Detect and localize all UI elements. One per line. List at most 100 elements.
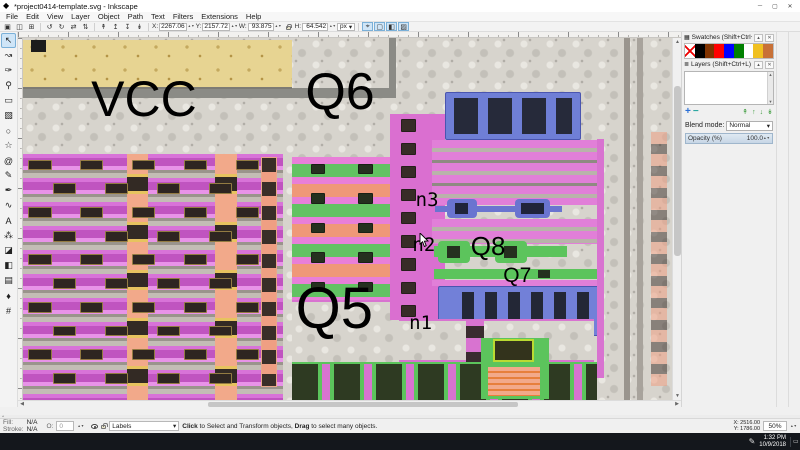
zoom-field[interactable]: 50%: [763, 421, 787, 431]
swatch-color[interactable]: [763, 44, 773, 58]
layer-raise-icon[interactable]: ↑: [752, 109, 756, 116]
menu-object[interactable]: Object: [94, 12, 124, 21]
swatch-color[interactable]: [753, 44, 763, 58]
units-dropdown[interactable]: px▾: [337, 23, 355, 31]
canvas[interactable]: VCCQ6n3n2Q8Q7Q5n1: [23, 38, 672, 400]
h-spinner[interactable]: ▲▼: [329, 25, 336, 28]
canvas-label-n3[interactable]: n3: [416, 192, 439, 209]
tweak-tool-icon[interactable]: ✑: [1, 63, 16, 78]
swatch-color[interactable]: [714, 44, 724, 58]
panel-collapse-icon[interactable]: ▴: [754, 34, 763, 42]
raise-icon[interactable]: ↥: [110, 22, 121, 31]
flip-vertical-icon[interactable]: ⇅: [80, 22, 91, 31]
box3d-tool-icon[interactable]: ▧: [1, 108, 16, 123]
menu-filters[interactable]: Filters: [169, 12, 197, 21]
canvas-label-vcc[interactable]: VCC: [91, 76, 197, 122]
opacity-field-spinner[interactable]: ▲▼: [77, 425, 84, 428]
menu-help[interactable]: Help: [242, 12, 265, 21]
maximize-button[interactable]: ▢: [768, 1, 782, 11]
x-field[interactable]: 2267.06: [159, 23, 187, 31]
layer-lower-bottom-icon[interactable]: ↡: [767, 108, 773, 116]
notification-center-icon[interactable]: ▭: [790, 437, 798, 447]
deselect-icon[interactable]: ⊞: [26, 22, 37, 31]
lower-to-bottom-icon[interactable]: ↡: [134, 22, 145, 31]
canvas-label-q8[interactable]: Q8: [471, 235, 506, 259]
minimize-button[interactable]: ─: [753, 1, 767, 11]
lock-ratio-icon[interactable]: [283, 22, 294, 31]
menu-file[interactable]: File: [2, 12, 22, 21]
swatch-none[interactable]: [685, 44, 695, 58]
pencil-tool-icon[interactable]: ✎: [1, 168, 16, 183]
horizontal-scrollbar[interactable]: ◀ ▶: [18, 400, 681, 407]
eraser-tool-icon[interactable]: ◪: [1, 243, 16, 258]
swatch-color[interactable]: [744, 44, 754, 58]
y-spinner[interactable]: ▲▼: [231, 25, 238, 28]
affect-move-toggle[interactable]: ⌖: [362, 22, 373, 31]
node-tool-icon[interactable]: ↝: [1, 48, 16, 63]
w-spinner[interactable]: ▲▼: [275, 25, 282, 28]
select-all-layers-icon[interactable]: ◫: [14, 22, 25, 31]
menu-layer[interactable]: Layer: [67, 12, 94, 21]
pen-icon[interactable]: ✎: [749, 437, 756, 446]
pen-tool-icon[interactable]: ✒: [1, 183, 16, 198]
canvas-label-q6[interactable]: Q6: [305, 69, 374, 117]
blend-mode-dropdown[interactable]: Normal▾: [726, 121, 773, 131]
swatch-color[interactable]: [724, 44, 734, 58]
zoom-spinner[interactable]: ▲▼: [790, 425, 797, 428]
layer-lock-icon[interactable]: [101, 425, 106, 429]
layer-list-scrollbar[interactable]: ▲▼: [767, 72, 773, 104]
layer-raise-top-icon[interactable]: ↟: [742, 108, 748, 116]
add-layer-button[interactable]: +: [685, 108, 691, 116]
panel-close-icon[interactable]: ✕: [765, 34, 774, 42]
panel-collapse-icon[interactable]: ▴: [754, 61, 763, 69]
close-button[interactable]: ✕: [783, 1, 797, 11]
select-all-icon[interactable]: ▣: [2, 22, 13, 31]
rotate-ccw-icon[interactable]: ↺: [44, 22, 55, 31]
stroke-value[interactable]: N/A: [27, 426, 38, 433]
raise-to-top-icon[interactable]: ↟: [98, 22, 109, 31]
remove-layer-button[interactable]: −: [693, 108, 699, 116]
menu-text[interactable]: Text: [147, 12, 169, 21]
connector-tool-icon[interactable]: #: [1, 303, 16, 318]
canvas-label-n1[interactable]: n1: [409, 315, 432, 332]
vertical-scrollbar-thumb[interactable]: [674, 86, 681, 256]
text-tool-icon[interactable]: A: [1, 213, 16, 228]
opacity-slider[interactable]: Opacity (%) 100.0 ▲▼: [685, 133, 773, 144]
swatch-color[interactable]: [695, 44, 705, 58]
menu-path[interactable]: Path: [124, 12, 147, 21]
layer-visibility-icon[interactable]: [91, 424, 98, 429]
affect-gradient-toggle[interactable]: ◧: [386, 22, 397, 31]
vertical-scrollbar[interactable]: ▲ ▼: [672, 38, 681, 400]
menu-edit[interactable]: Edit: [22, 12, 43, 21]
opacity-field[interactable]: 0: [56, 421, 74, 431]
gradient-tool-icon[interactable]: ▤: [1, 273, 16, 288]
opacity-spinner[interactable]: ▲▼: [763, 137, 770, 140]
layer-lower-icon[interactable]: ↓: [760, 109, 764, 116]
dropper-tool-icon[interactable]: ♦: [1, 288, 16, 303]
zoom-tool-icon[interactable]: ⚲: [1, 78, 16, 93]
rotate-cw-icon[interactable]: ↻: [56, 22, 67, 31]
calligraphy-tool-icon[interactable]: ∿: [1, 198, 16, 213]
menu-extensions[interactable]: Extensions: [197, 12, 242, 21]
canvas-label-q7[interactable]: Q7: [503, 266, 531, 285]
menu-view[interactable]: View: [43, 12, 67, 21]
w-field[interactable]: 93.875: [248, 23, 274, 31]
bucket-tool-icon[interactable]: ◧: [1, 258, 16, 273]
lower-icon[interactable]: ↧: [122, 22, 133, 31]
fill-value[interactable]: N/A: [27, 419, 38, 426]
selector-tool-icon[interactable]: ↖: [1, 33, 16, 48]
canvas-label-q5[interactable]: Q5: [296, 282, 373, 335]
y-field[interactable]: 2157.72: [202, 23, 230, 31]
affect-corners-toggle[interactable]: ▢: [374, 22, 385, 31]
spray-tool-icon[interactable]: ⁂: [1, 228, 16, 243]
affect-pattern-toggle[interactable]: ▨: [398, 22, 409, 31]
current-layer-dropdown[interactable]: Labels▾: [109, 421, 179, 431]
panel-close-icon[interactable]: ✕: [765, 61, 774, 69]
ellipse-tool-icon[interactable]: ○: [1, 123, 16, 138]
star-tool-icon[interactable]: ☆: [1, 138, 16, 153]
rectangle-tool-icon[interactable]: ▭: [1, 93, 16, 108]
flip-horizontal-icon[interactable]: ⇄: [68, 22, 79, 31]
taskbar-clock[interactable]: 1:32 PM 10/9/2018: [759, 435, 786, 449]
swatch-color[interactable]: [734, 44, 744, 58]
swatch-color[interactable]: [705, 44, 715, 58]
